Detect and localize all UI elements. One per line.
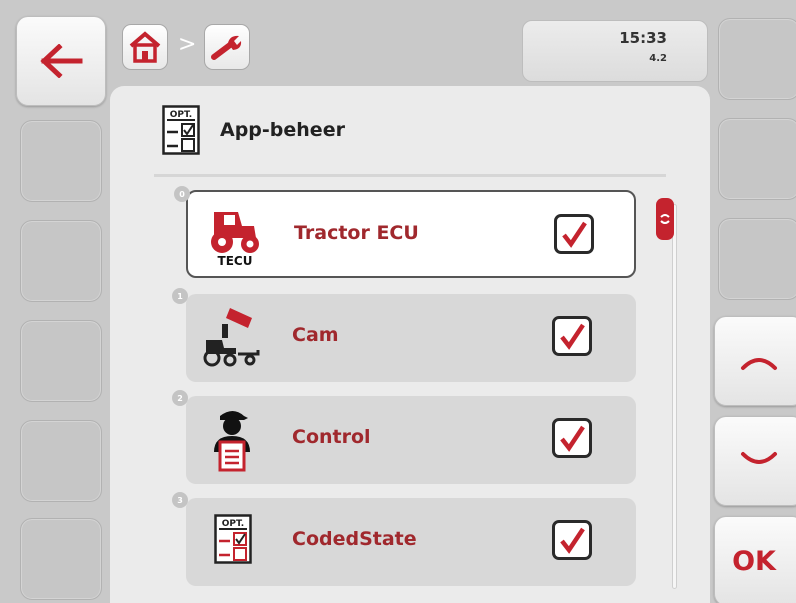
wrench-icon bbox=[211, 35, 242, 60]
header-bar: > 15:33 4.2 bbox=[110, 12, 710, 88]
scroll-grip-icon bbox=[660, 214, 670, 224]
app-checkbox[interactable] bbox=[552, 418, 592, 458]
softkey-left-6[interactable] bbox=[20, 518, 102, 600]
list-item[interactable]: 1 Cam bbox=[172, 288, 636, 382]
home-breadcrumb[interactable] bbox=[122, 24, 168, 70]
softkey-left-4[interactable] bbox=[20, 320, 102, 402]
scrollbar-thumb[interactable] bbox=[656, 198, 674, 240]
row-index: 3 bbox=[172, 492, 188, 508]
scroll-down-button[interactable] bbox=[714, 416, 796, 506]
tractor-ecu-icon: TECU bbox=[202, 202, 268, 268]
tecu-caption: TECU bbox=[218, 254, 253, 268]
app-label: Cam bbox=[292, 324, 339, 346]
checkmark-icon bbox=[562, 221, 587, 248]
app-checkbox[interactable] bbox=[552, 520, 592, 560]
chevron-up-icon bbox=[741, 358, 777, 370]
status-box: 15:33 4.2 bbox=[522, 20, 708, 82]
row-index: 1 bbox=[172, 288, 188, 304]
checkmark-icon bbox=[560, 323, 585, 350]
checkmark-icon bbox=[560, 527, 585, 554]
page-title: App-beheer bbox=[220, 119, 345, 141]
operator-clipboard-icon bbox=[200, 406, 266, 472]
row-index: 2 bbox=[172, 390, 188, 406]
terminal-screen: OK > 15:33 4.2 OPT. App-beheer 0 TECU Tr… bbox=[0, 0, 796, 603]
app-label: Tractor ECU bbox=[294, 222, 419, 244]
row-index: 0 bbox=[174, 186, 190, 202]
list-item[interactable]: 2 Control bbox=[172, 390, 636, 484]
list-item[interactable]: 0 TECU Tractor ECU bbox=[174, 186, 636, 278]
softkey-left-3[interactable] bbox=[20, 220, 102, 302]
app-label: CodedState bbox=[292, 528, 417, 550]
breadcrumb-separator: > bbox=[178, 32, 197, 57]
svg-text:OPT.: OPT. bbox=[222, 519, 244, 529]
opt-checklist-icon: OPT. bbox=[200, 508, 266, 574]
page-title-row: OPT. App-beheer bbox=[162, 104, 345, 156]
back-button[interactable] bbox=[16, 16, 106, 106]
checkmark-icon bbox=[560, 425, 585, 452]
softkey-right-1[interactable] bbox=[718, 18, 796, 100]
softkey-left-2[interactable] bbox=[20, 120, 102, 202]
ok-button[interactable]: OK bbox=[714, 516, 796, 603]
chevron-down-icon bbox=[741, 452, 777, 464]
camera-tractor-icon bbox=[200, 304, 266, 370]
arrow-left-icon bbox=[40, 44, 83, 78]
home-icon bbox=[129, 31, 161, 63]
title-divider bbox=[154, 174, 666, 177]
svg-text:OPT.: OPT. bbox=[170, 110, 192, 120]
clock: 15:33 bbox=[619, 29, 667, 47]
softkey-left-5[interactable] bbox=[20, 420, 102, 502]
scroll-up-button[interactable] bbox=[714, 316, 796, 406]
app-checkbox[interactable] bbox=[552, 316, 592, 356]
app-label: Control bbox=[292, 426, 371, 448]
softkey-right-3[interactable] bbox=[718, 218, 796, 300]
main-panel: OPT. App-beheer 0 TECU Tractor ECU 1 Cam… bbox=[110, 86, 710, 603]
list-item[interactable]: 3 OPT. CodedState bbox=[172, 492, 636, 586]
settings-breadcrumb[interactable] bbox=[204, 24, 250, 70]
softkey-right-2[interactable] bbox=[718, 118, 796, 200]
opt-checklist-icon: OPT. bbox=[162, 105, 200, 155]
version-number: 4.2 bbox=[649, 53, 667, 64]
app-checkbox[interactable] bbox=[554, 214, 594, 254]
scrollbar-track[interactable] bbox=[672, 204, 677, 589]
ok-label: OK bbox=[732, 545, 776, 577]
